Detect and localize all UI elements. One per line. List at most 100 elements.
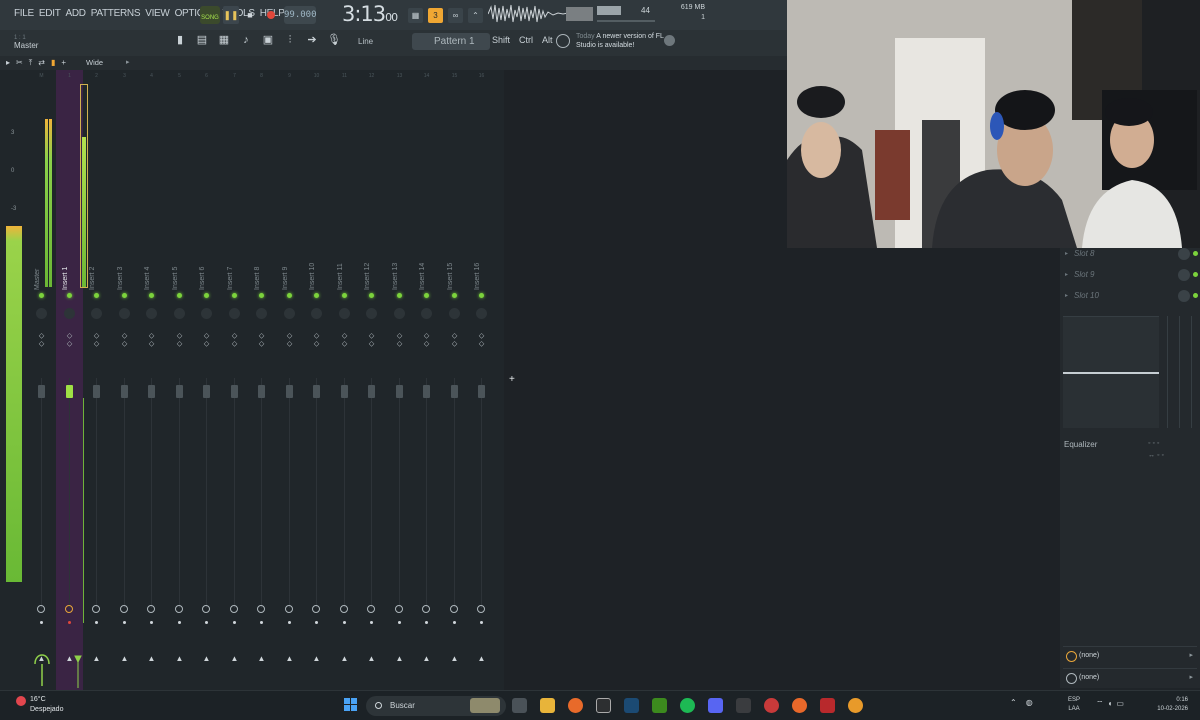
strip-pan-knob[interactable] [119, 308, 130, 319]
microphone-icon[interactable]: 🎙 [326, 32, 342, 49]
fx-slot-10-mix-knob[interactable] [1178, 290, 1190, 302]
strip-stereo-icon[interactable]: ⬦ ⬦ [413, 332, 440, 348]
mixer-layout-arrow-icon[interactable]: ▸ [126, 58, 130, 66]
strip-stereo-icon[interactable]: ⬦ ⬦ [248, 332, 275, 348]
fx-slot-9-led[interactable] [1193, 272, 1198, 277]
piano-roll-icon[interactable]: ♪ [238, 32, 254, 49]
strip-stereo-icon[interactable]: ⬦ ⬦ [193, 332, 220, 348]
eq-graph[interactable] [1063, 316, 1159, 428]
news-icon[interactable] [556, 34, 570, 48]
start-button[interactable] [344, 698, 358, 712]
strip-route-dot[interactable] [178, 621, 181, 624]
menu-view[interactable]: VIEW [145, 8, 170, 19]
strip-enable-led[interactable] [204, 293, 209, 298]
strip-pan-knob[interactable] [91, 308, 102, 319]
recording-app-icon[interactable] [820, 698, 835, 713]
strip-volume-fader[interactable] [93, 385, 100, 398]
strip-fx-toggle-icon[interactable] [120, 605, 128, 613]
eq-band-low[interactable] [1167, 316, 1168, 428]
mixer-strip[interactable]: 5 Insert 5 ⬦ ⬦ ▲ [166, 70, 193, 690]
strip-volume-fader[interactable] [176, 385, 183, 398]
strip-volume-fader[interactable] [451, 385, 458, 398]
strip-fx-toggle-icon[interactable] [147, 605, 155, 613]
strip-fx-toggle-icon[interactable] [477, 605, 485, 613]
route-arrow-icon[interactable] [74, 654, 82, 690]
strip-stereo-icon[interactable]: ⬦ ⬦ [331, 332, 358, 348]
strip-route-arrow-icon[interactable]: ▲ [138, 654, 165, 663]
strip-enable-led[interactable] [424, 293, 429, 298]
strip-volume-fader[interactable] [203, 385, 210, 398]
menu-file[interactable]: FILE [14, 8, 34, 19]
strip-pan-knob[interactable] [229, 308, 240, 319]
strip-enable-led[interactable] [232, 293, 237, 298]
strip-stereo-icon[interactable]: ⬦ ⬦ [138, 332, 165, 348]
strip-fx-toggle-icon[interactable] [312, 605, 320, 613]
eq-band-mid[interactable] [1179, 316, 1180, 428]
strip-volume-fader[interactable] [38, 385, 45, 398]
strip-pan-knob[interactable] [449, 308, 460, 319]
route-curve-icon[interactable] [32, 648, 52, 688]
metronome-icon[interactable]: ⌃ [468, 7, 483, 23]
tray-network-icons[interactable]: ⌔◖▭ [1096, 699, 1128, 709]
typing-keyboard-icon[interactable]: ▦ [408, 7, 423, 23]
strip-route-arrow-icon[interactable]: ▲ [303, 654, 330, 663]
mixer-strip[interactable]: 10 Insert 10 ⬦ ⬦ ▲ [303, 70, 330, 690]
strip-enable-led[interactable] [479, 293, 484, 298]
strip-pan-knob[interactable] [476, 308, 487, 319]
ctrl-key[interactable]: Ctrl [519, 35, 533, 45]
fx-slot-9[interactable]: Slot 9 [1060, 265, 1200, 285]
mixer-link-icon[interactable]: ⇄ [38, 58, 45, 68]
strip-volume-fader[interactable] [368, 385, 375, 398]
strip-route-dot[interactable] [205, 621, 208, 624]
strip-fx-toggle-icon[interactable] [395, 605, 403, 613]
strip-enable-led[interactable] [314, 293, 319, 298]
strip-route-arrow-icon[interactable]: ▲ [276, 654, 303, 663]
strip-stereo-icon[interactable]: ⬦ ⬦ [358, 332, 385, 348]
mixer-strip[interactable]: 9 Insert 9 ⬦ ⬦ ▲ [276, 70, 303, 690]
strip-route-arrow-icon[interactable]: ▲ [441, 654, 468, 663]
strip-route-dot[interactable] [68, 621, 71, 624]
strip-pan-knob[interactable] [64, 308, 75, 319]
strip-route-dot[interactable] [95, 621, 98, 624]
strip-stereo-icon[interactable]: ⬦ ⬦ [303, 332, 330, 348]
strip-pan-knob[interactable] [366, 308, 377, 319]
strip-enable-led[interactable] [287, 293, 292, 298]
alt-key[interactable]: Alt [542, 35, 553, 45]
strip-fx-toggle-icon[interactable] [175, 605, 183, 613]
mixer-color-icon[interactable]: ▮ [51, 58, 55, 68]
strip-pan-knob[interactable] [339, 308, 350, 319]
language-indicator[interactable]: ESP LAA [1068, 696, 1080, 714]
strip-volume-fader[interactable] [478, 385, 485, 398]
mixer-strip[interactable]: 7 Insert 7 ⬦ ⬦ ▲ [221, 70, 248, 690]
strip-enable-led[interactable] [177, 293, 182, 298]
steam-icon[interactable] [624, 698, 639, 713]
route-output-select[interactable]: (none) ▸ [1063, 668, 1197, 686]
strip-pan-knob[interactable] [311, 308, 322, 319]
strip-fx-toggle-icon[interactable] [340, 605, 348, 613]
strip-volume-fader[interactable] [258, 385, 265, 398]
strip-volume-fader[interactable] [313, 385, 320, 398]
strip-fx-toggle-icon[interactable] [285, 605, 293, 613]
file-explorer-icon[interactable] [540, 698, 555, 713]
nvidia-icon[interactable] [652, 698, 667, 713]
mixer-upload-icon[interactable]: ⤒ [29, 58, 33, 68]
strip-pan-knob[interactable] [174, 308, 185, 319]
strip-enable-led[interactable] [397, 293, 402, 298]
strip-route-dot[interactable] [288, 621, 291, 624]
mixer-strip[interactable]: 1 Insert 1 ⬦ ⬦ ▲ [56, 70, 83, 690]
strip-route-dot[interactable] [370, 621, 373, 624]
strip-route-dot[interactable] [260, 621, 263, 624]
chrome-icon[interactable] [764, 698, 779, 713]
strip-fx-toggle-icon[interactable] [92, 605, 100, 613]
strip-stereo-icon[interactable]: ⬦ ⬦ [221, 332, 248, 348]
strip-stereo-icon[interactable]: ⬦ ⬦ [276, 332, 303, 348]
strip-enable-led[interactable] [369, 293, 374, 298]
strip-route-arrow-icon[interactable]: ▲ [193, 654, 220, 663]
strip-route-arrow-icon[interactable]: ▲ [166, 654, 193, 663]
spotify-icon[interactable] [680, 698, 695, 713]
eq-band-high[interactable] [1191, 316, 1192, 428]
strip-fx-toggle-icon[interactable] [202, 605, 210, 613]
menu-edit[interactable]: EDIT [39, 8, 61, 19]
weather-widget[interactable]: 16°C Despejado [16, 695, 63, 715]
capcut-icon[interactable] [736, 698, 751, 713]
